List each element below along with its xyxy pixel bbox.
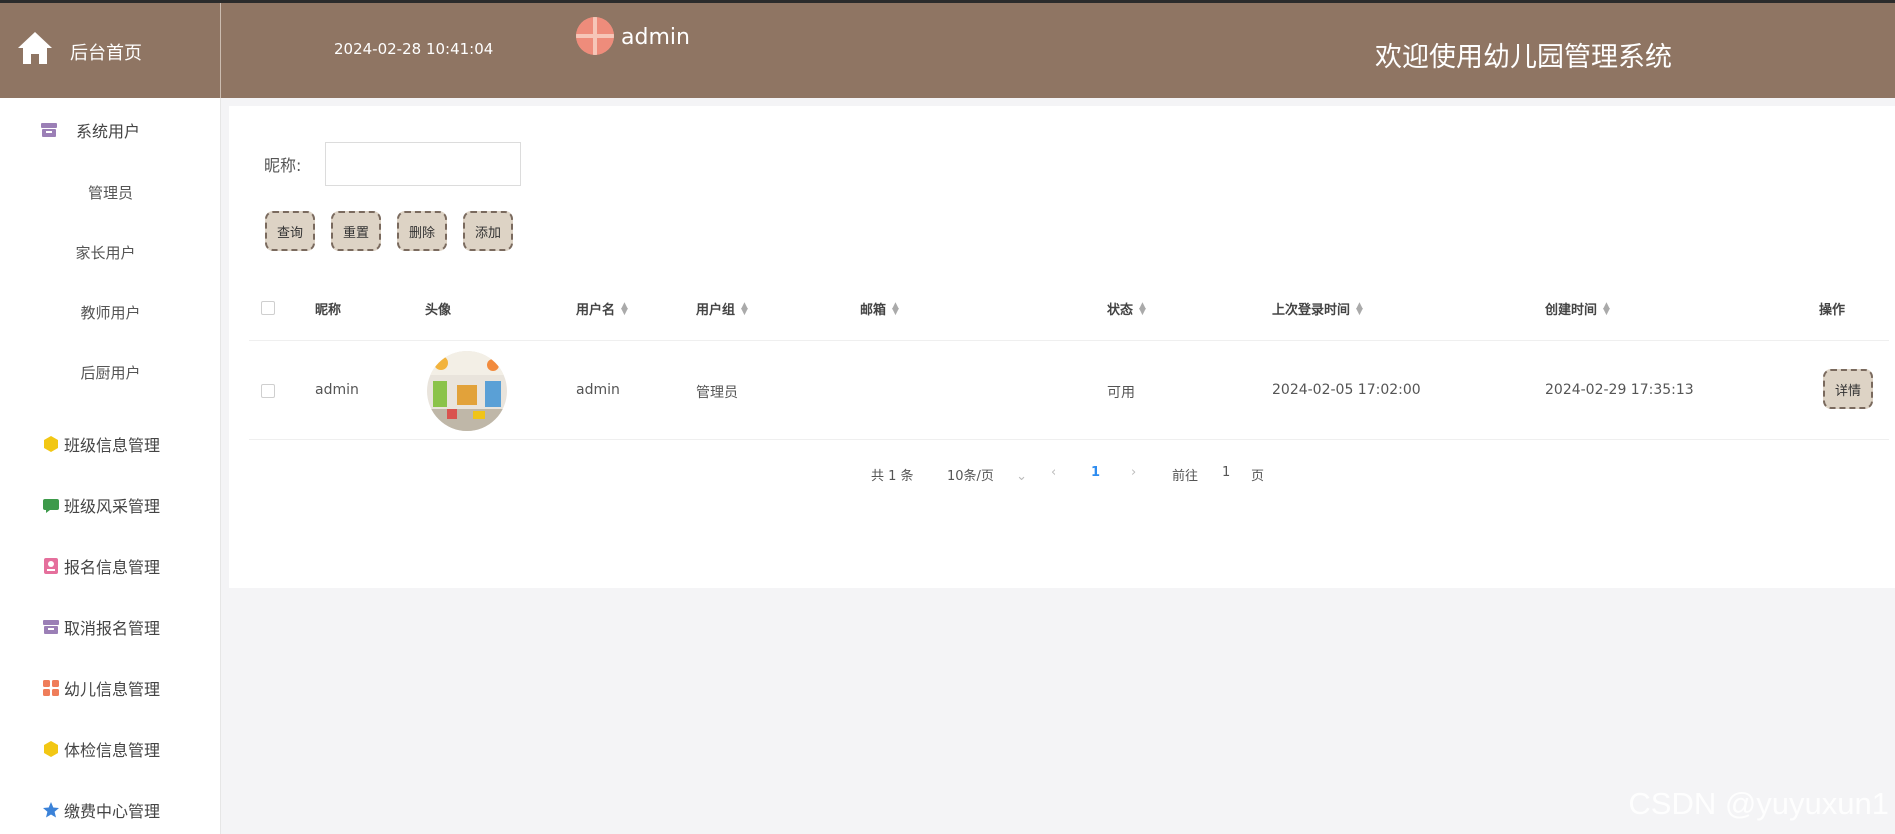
col-group[interactable]: 用户组 ▲ ▼ (696, 299, 748, 318)
goto-page-input[interactable]: 1 (1222, 465, 1230, 480)
col-last-login[interactable]: 上次登录时间 ▲ ▼ (1272, 299, 1363, 318)
sidebar-item-label: 缴费中心管理 (64, 802, 161, 821)
row-checkbox[interactable] (261, 384, 275, 398)
cell-nickname: admin (315, 382, 359, 398)
grid-icon (43, 680, 59, 696)
sidebar-item-class-style[interactable]: 班级风采管理 (0, 493, 221, 517)
sort-icon: ▲ ▼ (892, 300, 899, 317)
cell-group: 管理员 (696, 385, 738, 401)
col-email[interactable]: 邮箱 ▲ ▼ (860, 299, 899, 318)
star-icon (43, 802, 59, 818)
goto-label: 前往 (1172, 469, 1199, 484)
chat-icon (43, 499, 59, 513)
sort-icon: ▲ ▼ (621, 300, 628, 317)
archive-icon (41, 123, 57, 137)
reset-button[interactable]: 重置 (331, 211, 381, 251)
home-label: 后台首页 (70, 43, 142, 64)
col-avatar: 头像 (425, 303, 452, 318)
sidebar-item-enroll[interactable]: 报名信息管理 (0, 554, 221, 578)
query-button[interactable]: 查询 (265, 211, 315, 251)
page-suffix: 页 (1251, 469, 1265, 484)
col-created[interactable]: 创建时间 ▲ ▼ (1545, 299, 1610, 318)
sidebar-item-label: 幼儿信息管理 (64, 680, 161, 699)
page-number-current[interactable]: 1 (1091, 465, 1100, 480)
current-datetime: 2024-02-28 10:41:04 (334, 40, 494, 58)
page-size-value: 10条/页 (947, 469, 994, 484)
sidebar-item-cancel-enroll[interactable]: 取消报名管理 (0, 615, 221, 639)
main-panel: 昵称: 查询 重置 删除 添加 昵称 头像 用户名 ▲ ▼ 用户组 ▲ ▼ 邮箱 ▲ ▼ 状… (229, 106, 1895, 588)
sort-icon: ▲ ▼ (741, 300, 748, 317)
sidebar-item-class-info[interactable]: 班级信息管理 (0, 432, 221, 456)
sidebar-item-label: 班级风采管理 (64, 497, 161, 516)
cell-created: 2024-02-29 17:35:13 (1545, 382, 1694, 398)
cell-status: 可用 (1107, 385, 1135, 401)
cell-last-login: 2024-02-05 17:02:00 (1272, 382, 1421, 398)
table-row[interactable]: admin admin 管理员 可用 2024-02-05 17:02:00 2… (249, 342, 1889, 440)
cell-username: admin (576, 382, 620, 398)
archive-icon (43, 620, 59, 634)
sidebar-item-label: 报名信息管理 (64, 558, 161, 577)
detail-button[interactable]: 详情 (1823, 369, 1873, 409)
table-header-row: 昵称 头像 用户名 ▲ ▼ 用户组 ▲ ▼ 邮箱 ▲ ▼ 状态 ▲ ▼ 上次登录时间 ▲ ▼ 创建时… (249, 271, 1889, 341)
add-button[interactable]: 添加 (463, 211, 513, 251)
chevron-down-icon: ⌄ (1016, 469, 1027, 484)
pagination-total: 共 1 条 (871, 469, 914, 484)
sidebar-group-system-users[interactable]: 系统用户 (0, 118, 221, 142)
select-all-checkbox[interactable] (261, 301, 275, 315)
col-username[interactable]: 用户名 ▲ ▼ (576, 299, 628, 318)
prev-page-icon[interactable]: ‹ (1051, 465, 1056, 480)
home-icon (18, 32, 52, 64)
sidebar-item-health-check[interactable]: 体检信息管理 (0, 737, 221, 761)
admin-name[interactable]: admin (621, 25, 690, 50)
avatar-icon (576, 17, 614, 55)
sidebar-sub-parent[interactable]: 家长用户 (0, 242, 216, 263)
cube-icon (44, 436, 58, 452)
home-link[interactable]: 后台首页 (0, 3, 221, 98)
col-nickname: 昵称 (315, 303, 342, 318)
next-page-icon[interactable]: › (1131, 465, 1136, 480)
badge-icon (44, 558, 58, 574)
top-header: 后台首页 2024-02-28 10:41:04 admin 欢迎使用幼儿园管理… (0, 0, 1895, 98)
sidebar-item-label: 班级信息管理 (64, 436, 161, 455)
watermark: CSDN @yuyuxun1 (1628, 786, 1889, 821)
nickname-label: 昵称: (264, 156, 302, 175)
sidebar-item-payment[interactable]: 缴费中心管理 (0, 798, 221, 822)
col-status[interactable]: 状态 ▲ ▼ (1107, 299, 1146, 318)
nickname-search-input[interactable] (325, 142, 521, 186)
sidebar-sub-kitchen[interactable]: 后厨用户 (0, 362, 221, 383)
sort-icon: ▲ ▼ (1139, 300, 1146, 317)
row-avatar (427, 351, 507, 431)
sidebar-item-label: 体检信息管理 (64, 741, 161, 760)
col-actions: 操作 (1819, 303, 1846, 318)
admin-avatar[interactable] (576, 17, 614, 55)
welcome-title: 欢迎使用幼儿园管理系统 (1375, 42, 1672, 73)
sidebar-sub-teacher[interactable]: 教师用户 (0, 302, 221, 323)
sort-icon: ▲ ▼ (1603, 300, 1610, 317)
user-table: 昵称 头像 用户名 ▲ ▼ 用户组 ▲ ▼ 邮箱 ▲ ▼ 状态 ▲ ▼ 上次登录时间 ▲ ▼ 创建时… (249, 271, 1889, 441)
cube-icon (44, 741, 58, 757)
sidebar-item-child-info[interactable]: 幼儿信息管理 (0, 676, 221, 700)
page-size-select[interactable]: 10条/页 ⌄ (947, 465, 1027, 484)
sidebar-item-label: 取消报名管理 (64, 619, 161, 638)
delete-button[interactable]: 删除 (397, 211, 447, 251)
classroom-photo-icon (427, 351, 507, 431)
sidebar-sub-admin[interactable]: 管理员 (0, 182, 221, 203)
sidebar-group-label: 系统用户 (76, 122, 141, 141)
sidebar: 系统用户 管理员 家长用户 教师用户 后厨用户 班级信息管理 班级风采管理 报名… (0, 98, 221, 834)
sort-icon: ▲ ▼ (1356, 300, 1363, 317)
